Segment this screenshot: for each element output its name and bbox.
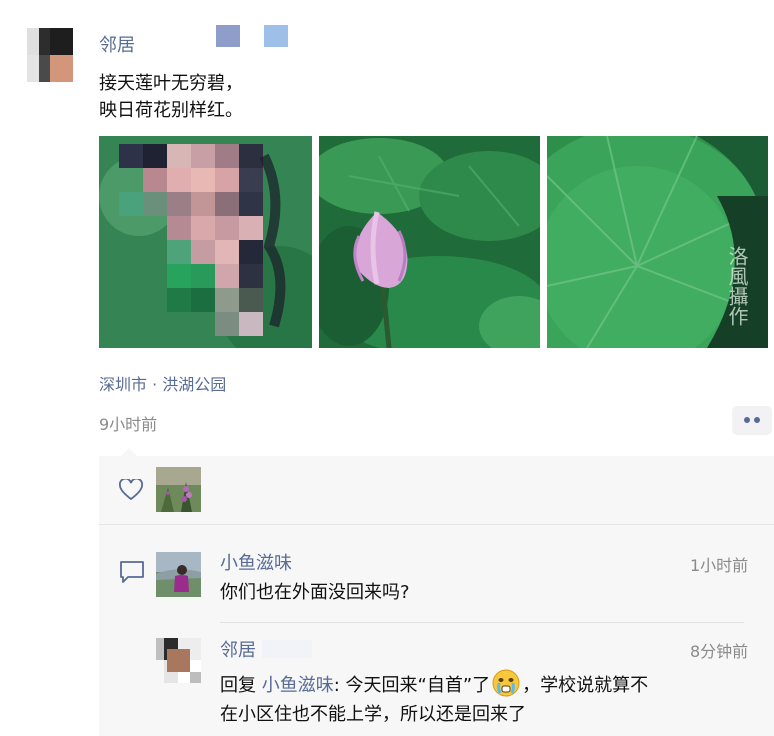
crying-face-emoji	[492, 669, 520, 697]
dot-icon	[754, 417, 760, 423]
heart-icon	[119, 477, 143, 505]
location-link[interactable]: 深圳市 · 洪湖公园	[99, 371, 226, 395]
photo-2[interactable]	[319, 136, 540, 348]
comment-time: 8分钟前	[690, 642, 749, 661]
photo-3[interactable]: 洛風攝作	[547, 136, 768, 348]
reply-text-part: ，学校说就算不	[522, 675, 649, 696]
commenter-name[interactable]: 小鱼滋味	[220, 549, 292, 575]
post-text: 接天莲叶无穷碧， 映日荷花别样红。	[99, 70, 243, 124]
post-text-line: 映日荷花别样红。	[99, 100, 243, 121]
reply-to-name[interactable]: 小鱼滋味	[262, 675, 334, 696]
interaction-panel: 小鱼滋味 1小时前 你们也在外面没回来吗? 邻居 8分钟前 回复 小鱼滋味: 今…	[99, 448, 774, 736]
svg-text:洛風攝作: 洛風攝作	[725, 246, 749, 326]
blurred-name-block	[264, 25, 288, 47]
reply-prefix: 回复	[220, 675, 256, 696]
comment-text[interactable]: 你们也在外面没回来吗?	[220, 578, 410, 607]
reply-text-part: : 今天回来“自首”了	[333, 675, 491, 696]
post-time: 9小时前	[99, 415, 158, 434]
author-avatar[interactable]	[27, 28, 73, 82]
photo-1[interactable]	[99, 136, 312, 348]
commenter-avatar[interactable]	[156, 638, 201, 683]
comment-icon	[119, 560, 145, 588]
more-actions-button[interactable]	[732, 406, 772, 435]
divider	[220, 622, 744, 623]
author-name[interactable]: 邻居	[99, 31, 135, 57]
commenter-name[interactable]: 邻居	[220, 636, 256, 662]
reply-text[interactable]: 回复 小鱼滋味: 今天回来“自首”了 ，学校说就算不 在小区住也不能上学，所以还…	[220, 669, 760, 729]
blurred-name-block	[262, 640, 312, 658]
calligraphy-watermark: 洛風攝作	[725, 246, 749, 326]
dot-icon	[744, 417, 750, 423]
post-text-line: 接天莲叶无穷碧，	[99, 73, 243, 94]
reply-text-line2: 在小区住也不能上学，所以还是回来了	[220, 704, 526, 725]
liker-avatar[interactable]	[156, 467, 201, 512]
commenter-avatar[interactable]	[156, 552, 201, 597]
comment-time: 1小时前	[690, 556, 749, 575]
blurred-name-block	[216, 25, 240, 47]
likes-row	[99, 456, 774, 525]
